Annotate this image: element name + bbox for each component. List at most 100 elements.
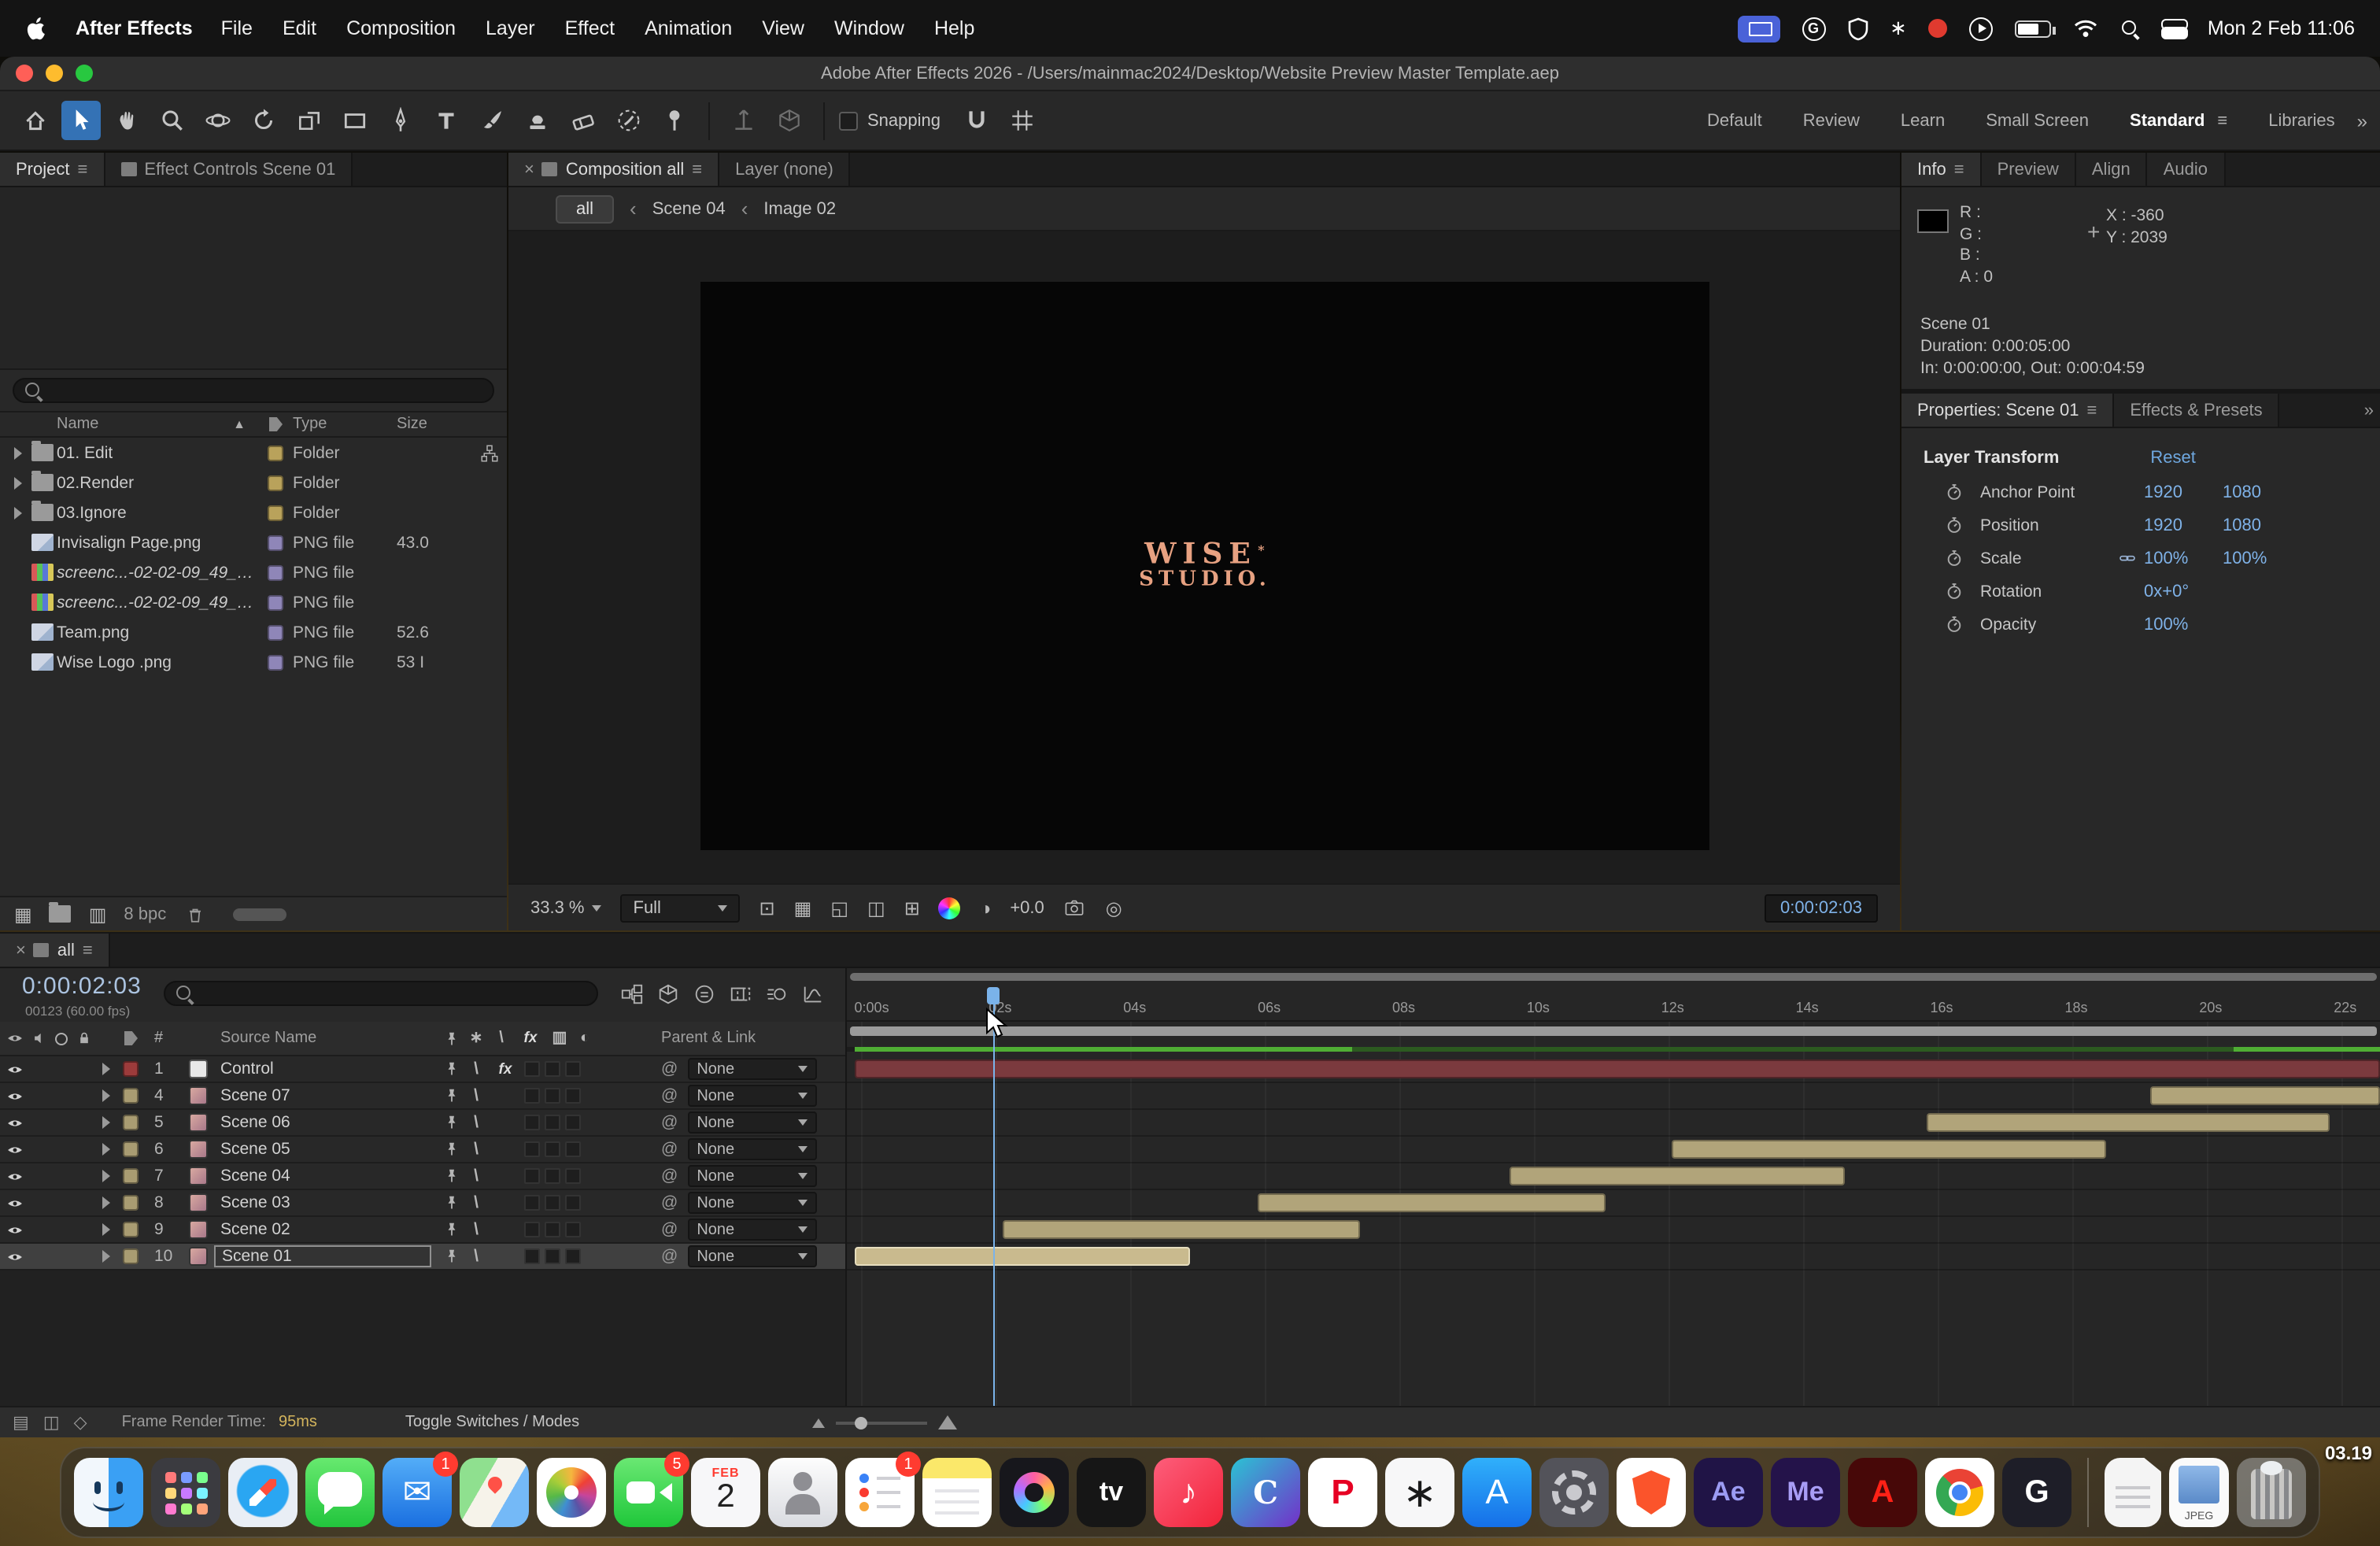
layer-label-chip[interactable]: [123, 1061, 139, 1077]
after-effects-dock-icon[interactable]: Ae: [1694, 1458, 1763, 1527]
disclosure-icon[interactable]: [13, 446, 21, 459]
acrobat-dock-icon[interactable]: A: [1848, 1458, 1917, 1527]
document-dock-icon[interactable]: [2105, 1458, 2161, 1527]
switch-cell[interactable]: [524, 1195, 540, 1211]
mini-flowchart-icon[interactable]: [617, 979, 645, 1008]
close-window-button[interactable]: [16, 65, 33, 82]
audio-cell[interactable]: [28, 1137, 50, 1162]
pickwhip-icon[interactable]: @: [661, 1140, 678, 1159]
switch-cell[interactable]: [545, 1088, 560, 1104]
messages-dock-icon[interactable]: [305, 1458, 375, 1527]
layer-duration-bar[interactable]: [1003, 1220, 1361, 1239]
motion-blur-column-icon[interactable]: ◐: [575, 1030, 595, 1047]
menu-layer[interactable]: Layer: [486, 17, 535, 39]
tab-properties[interactable]: Properties: Scene 01 ≡: [1901, 394, 2115, 427]
tab-info[interactable]: Info ≡: [1901, 153, 1982, 186]
label-chip-cell[interactable]: [116, 1056, 145, 1082]
rectangle-tool[interactable]: [335, 101, 375, 140]
screen-sharing-icon[interactable]: [1737, 15, 1779, 42]
shy-icon[interactable]: [441, 1193, 461, 1212]
solo-column-icon[interactable]: [50, 1022, 72, 1055]
resolution-dropdown[interactable]: Full: [620, 893, 741, 922]
tab-effect-controls[interactable]: Effect Controls Scene 01: [105, 153, 353, 186]
tab-audio[interactable]: Audio: [2147, 153, 2226, 186]
transparency-grid-icon[interactable]: ▦: [794, 897, 812, 919]
media-encoder-dock-icon[interactable]: Me: [1771, 1458, 1840, 1527]
panel-menu-icon[interactable]: ≡: [692, 160, 702, 179]
disclosure-icon[interactable]: [102, 1143, 109, 1156]
menu-composition[interactable]: Composition: [346, 17, 456, 39]
shy-icon[interactable]: [441, 1167, 461, 1185]
tab-timeline-all[interactable]: × all ≡: [0, 934, 110, 967]
switch-cell[interactable]: [524, 1248, 540, 1264]
disclosure-icon[interactable]: [102, 1089, 109, 1102]
audio-cell[interactable]: [28, 1163, 50, 1189]
zoom-out-icon[interactable]: [812, 1418, 826, 1427]
disclosure-icon[interactable]: [102, 1170, 109, 1182]
quality-icon[interactable]: \: [466, 1140, 486, 1159]
label-color-chip[interactable]: [268, 445, 283, 460]
shy-icon[interactable]: [441, 1220, 461, 1239]
quality-icon[interactable]: \: [466, 1193, 486, 1212]
visibility-eye-icon[interactable]: [0, 1190, 28, 1215]
menu-animation[interactable]: Animation: [645, 17, 732, 39]
menu-effect[interactable]: Effect: [565, 17, 615, 39]
project-bit-depth[interactable]: 8 bpc: [124, 904, 166, 923]
layer-duration-bar[interactable]: [1672, 1140, 2106, 1159]
switch-cell[interactable]: [545, 1115, 560, 1130]
label-column-icon[interactable]: [116, 1022, 145, 1055]
disclosure-icon[interactable]: [102, 1063, 109, 1075]
solo-cell[interactable]: [50, 1163, 72, 1189]
switch-cell[interactable]: [524, 1141, 540, 1157]
switch-cell[interactable]: [545, 1141, 560, 1157]
property-value[interactable]: 100%: [2144, 549, 2223, 568]
new-folder-icon[interactable]: [49, 902, 72, 923]
gemini-dock-icon[interactable]: G: [2002, 1458, 2071, 1527]
audio-column-icon[interactable]: [28, 1022, 50, 1055]
disclosure-cell[interactable]: [94, 1110, 116, 1135]
property-row[interactable]: Position 1920 1080: [1901, 509, 2380, 542]
auto-keyframe-icon[interactable]: ◇: [74, 1412, 87, 1433]
shy-icon[interactable]: [441, 1060, 461, 1078]
exposure-icon[interactable]: ◑: [980, 897, 992, 919]
solo-cell[interactable]: [50, 1217, 72, 1242]
zoom-slider[interactable]: [836, 1416, 928, 1429]
layer-row[interactable]: 1 Control \ fx @ None: [0, 1056, 845, 1083]
lock-cell[interactable]: [72, 1110, 94, 1135]
lock-cell[interactable]: [72, 1163, 94, 1189]
layer-name[interactable]: Scene 05: [214, 1140, 431, 1159]
reset-button[interactable]: Reset: [2150, 449, 2196, 468]
label-chip-cell[interactable]: [116, 1137, 145, 1162]
frame-blend-column-icon[interactable]: ▥: [549, 1030, 570, 1047]
world-axis-mode-tool[interactable]: [770, 101, 809, 140]
layer-row[interactable]: 4 Scene 07 \ @ None: [0, 1083, 845, 1110]
guides-icon[interactable]: ◫: [867, 897, 885, 919]
tab-preview[interactable]: Preview: [1981, 153, 2076, 186]
pickwhip-icon[interactable]: @: [661, 1193, 678, 1212]
label-color-chip[interactable]: [268, 594, 283, 610]
appstore-dock-icon[interactable]: A: [1462, 1458, 1532, 1527]
zoom-window-button[interactable]: [76, 65, 93, 82]
layer-duration-bar[interactable]: [854, 1247, 1191, 1266]
disclosure-icon[interactable]: [102, 1196, 109, 1209]
disclosure-cell[interactable]: [94, 1190, 116, 1215]
timeline-search-input[interactable]: [164, 981, 598, 1006]
shy-column-icon[interactable]: [441, 1029, 461, 1048]
lock-cell[interactable]: [72, 1244, 94, 1269]
parent-dropdown[interactable]: None: [687, 1085, 817, 1107]
tab-effects-presets[interactable]: Effects & Presets: [2114, 394, 2280, 427]
viewer-timecode[interactable]: 0:00:02:03: [1765, 893, 1878, 922]
menu-help[interactable]: Help: [934, 17, 974, 39]
label-color-chip[interactable]: [268, 564, 283, 580]
layer-row[interactable]: 6 Scene 05 \ @ None: [0, 1137, 845, 1163]
workspace-default[interactable]: Default: [1707, 111, 1762, 130]
label-chip-cell[interactable]: [116, 1110, 145, 1135]
parent-dropdown[interactable]: None: [687, 1165, 817, 1187]
snapshot-camera-icon[interactable]: [1063, 897, 1087, 918]
layer-row[interactable]: 7 Scene 04 \ @ None: [0, 1163, 845, 1190]
lock-cell[interactable]: [72, 1217, 94, 1242]
time-navigator-bar[interactable]: [850, 973, 2377, 981]
workspace-small-screen[interactable]: Small Screen: [1986, 111, 2089, 130]
visibility-eye-icon[interactable]: [0, 1217, 28, 1242]
fx-badge[interactable]: fx: [491, 1060, 519, 1078]
